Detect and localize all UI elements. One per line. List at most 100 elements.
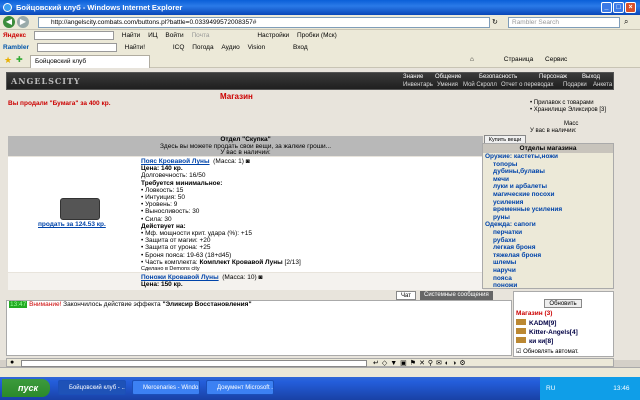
item1-name[interactable]: Пояс Кровавой Луны xyxy=(141,158,210,165)
sell-link[interactable]: продать за 124.53 кр. xyxy=(38,221,106,228)
chat-input[interactable] xyxy=(21,360,367,367)
menu-transfers[interactable]: Отчет о переводах xyxy=(501,82,554,88)
sidebar-item[interactable]: наручи xyxy=(483,267,613,275)
favorites-star-icon[interactable]: ★ xyxy=(4,55,12,66)
elixir-storage-link[interactable]: • Хранилище Эликсиров [3] xyxy=(530,107,615,114)
rambler-item-weather[interactable]: Погода xyxy=(192,42,213,54)
game-logo: ANGELSCITY xyxy=(11,76,81,86)
user-status-icon xyxy=(516,337,526,343)
chat-bullet-icon[interactable]: ● xyxy=(10,359,14,366)
yandex-item-ic[interactable]: ИЦ xyxy=(148,30,157,42)
sidebar-item[interactable]: рубахи xyxy=(483,237,613,245)
rambler-item-vision[interactable]: Vision xyxy=(248,42,266,54)
sidebar-item[interactable]: Одежда: сапоги xyxy=(483,221,613,229)
sidebar-item[interactable]: усиления xyxy=(483,199,613,207)
menu-inventory[interactable]: Инвентарь xyxy=(403,82,433,88)
yandex-item-traffic[interactable]: Пробки (Мск) xyxy=(297,30,337,42)
yandex-search-input[interactable] xyxy=(33,30,114,40)
sidebar-item[interactable]: шлемы xyxy=(483,259,613,267)
page-menu[interactable]: Страница xyxy=(504,56,533,63)
auto-refresh[interactable]: ☑ Обновлять автомат. xyxy=(516,348,579,355)
address-row: ◀ ▶ http://angelscity.combats.com/button… xyxy=(0,15,640,30)
yandex-item-login[interactable]: Войти xyxy=(165,30,183,42)
menu-skills[interactable]: Умения xyxy=(437,82,458,88)
item2-mass: (Масса: 10) xyxy=(222,274,257,281)
mass-label: Масс xyxy=(564,121,579,127)
tab-chat[interactable]: Чат xyxy=(396,291,416,300)
sidebar-title: Отделы магазина xyxy=(483,144,613,153)
task-mercenaries[interactable]: Mercenaries - Windo... xyxy=(132,380,200,395)
tab-combats[interactable]: Бойцовский клуб xyxy=(30,55,150,68)
menu-my-scroll[interactable]: Мой Скролл xyxy=(463,82,497,88)
menu-knowledge[interactable]: Знание xyxy=(403,74,423,80)
item1-mass: (Масса: 1) xyxy=(213,158,244,165)
online-user[interactable]: Kitter-Angels[4] xyxy=(516,328,578,336)
menu-gifts[interactable]: Подарки xyxy=(563,82,587,88)
item1-price: Цена: 140 кр. xyxy=(141,165,183,173)
sidebar-item[interactable]: тяжелая броня xyxy=(483,252,613,260)
sidebar-item[interactable]: руны xyxy=(483,214,613,222)
item1-act: • Броня пояса: 19-63 (18+d45) xyxy=(141,251,232,259)
yandex-item-mail[interactable]: Почта xyxy=(191,30,209,42)
item1-info: Пояс Кровавой Луны (Масса: 1) ◙ Цена: 14… xyxy=(141,158,481,273)
search-icon[interactable]: ⌕ xyxy=(624,17,628,27)
sidebar-item[interactable]: пояса xyxy=(483,275,613,283)
item1-act: • Защита от магии: +20 xyxy=(141,237,211,245)
menu-communication[interactable]: Общение xyxy=(435,74,461,80)
item2-name[interactable]: Поножи Кровавой Луны xyxy=(141,274,219,281)
rambler-item-audio[interactable]: Аудио xyxy=(221,42,239,54)
yandex-item-settings[interactable]: Настройки xyxy=(257,30,289,42)
item2-info: Поножи Кровавой Луны (Масса: 10) ◙ Цена:… xyxy=(141,274,262,288)
system-tray: RU 13:46 xyxy=(540,377,640,400)
chat-time[interactable]: 13:47 xyxy=(9,301,28,308)
task-word-document[interactable]: Документ Microsoft ... xyxy=(206,380,274,395)
rambler-logo: Rambler xyxy=(3,44,30,51)
item1-set-name[interactable]: Комплект Кровавой Луны xyxy=(199,259,282,266)
add-favorite-icon[interactable]: ✚ xyxy=(16,55,23,64)
yandex-find-button[interactable]: Найти xyxy=(122,30,141,42)
window-title: Бойцовский клуб - Windows Internet Explo… xyxy=(16,3,183,12)
tab-system-messages[interactable]: Системные сообщения xyxy=(420,291,493,300)
menu-character[interactable]: Персонаж xyxy=(539,74,567,80)
sidebar-item[interactable]: легкая броня xyxy=(483,244,613,252)
menu-exit[interactable]: Выход xyxy=(582,74,600,80)
sidebar-item[interactable]: Оружие: кастеты,ножи xyxy=(483,153,613,161)
rambler-search-input[interactable] xyxy=(36,42,117,52)
stall-link[interactable]: • Прилавок с товарами xyxy=(530,100,615,107)
address-bar[interactable]: http://angelscity.combats.com/buttons.pl… xyxy=(38,17,490,28)
online-user[interactable]: ки ки[8] xyxy=(516,337,553,345)
sidebar-item[interactable]: поножи xyxy=(483,282,613,288)
sidebar-item[interactable]: луки и арбалеты xyxy=(483,183,613,191)
menu-security[interactable]: Безопасность xyxy=(479,74,517,80)
maximize-icon[interactable]: □ xyxy=(613,2,624,13)
sidebar-item[interactable]: дубины,булавы xyxy=(483,168,613,176)
refresh-button[interactable]: Обновить xyxy=(544,299,582,308)
auto-refresh-checkbox[interactable]: ☑ xyxy=(516,349,521,355)
user-status-icon xyxy=(516,328,526,334)
sidebar-item[interactable]: магические посохи xyxy=(483,191,613,199)
sidebar-item[interactable]: перчатки xyxy=(483,229,613,237)
menu-profile[interactable]: Анкета xyxy=(593,82,612,88)
language-indicator[interactable]: RU xyxy=(546,385,555,392)
chat-tools-icons[interactable]: ↵◇▼▣⚑✕⚲✉◐◑⚙ xyxy=(373,359,469,367)
search-input[interactable]: Rambler Search xyxy=(508,17,620,28)
item2-info-icon[interactable]: ◙ xyxy=(258,274,262,281)
forward-icon[interactable]: ▶ xyxy=(17,16,29,28)
close-icon[interactable]: × xyxy=(625,2,636,13)
rambler-item-icq[interactable]: ICQ xyxy=(173,42,185,54)
money-label: У вас в наличии: xyxy=(530,128,577,134)
home-icon[interactable]: ⌂ xyxy=(470,56,474,63)
start-button[interactable]: пуск xyxy=(2,379,50,397)
back-icon[interactable]: ◀ xyxy=(3,16,15,28)
item1-info-icon[interactable]: ◙ xyxy=(246,158,250,165)
rambler-item-login[interactable]: Вход xyxy=(293,42,308,54)
refresh-icon[interactable]: ↻ xyxy=(492,18,498,26)
task-combats[interactable]: Бойцовский клуб - ... xyxy=(58,380,126,395)
online-title: Магазин (3) xyxy=(516,310,553,317)
sidebar-item[interactable]: временные усиления xyxy=(483,206,613,214)
minimize-icon[interactable]: _ xyxy=(601,2,612,13)
clock: 13:46 xyxy=(613,385,630,392)
service-menu[interactable]: Сервис xyxy=(545,56,567,63)
rambler-find-button[interactable]: Найти! xyxy=(125,42,145,54)
online-user[interactable]: KADM[9] xyxy=(516,319,556,327)
